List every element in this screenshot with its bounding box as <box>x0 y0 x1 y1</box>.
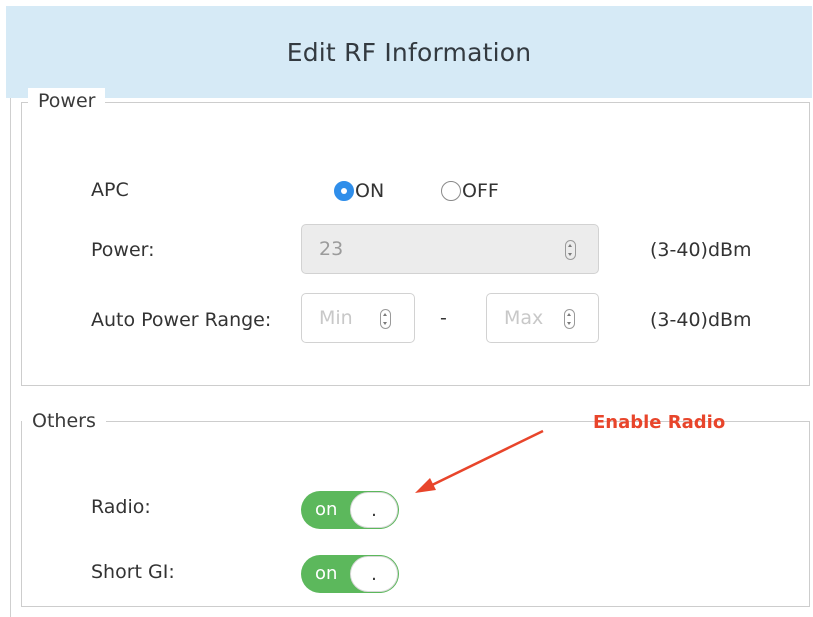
others-section-legend: Others <box>22 407 106 435</box>
dialog-left-border <box>10 98 11 617</box>
radio-toggle[interactable]: on . <box>301 491 399 529</box>
radio-toggle-knob[interactable]: . <box>350 492 398 528</box>
power-unit: (3-40)dBm <box>650 239 752 261</box>
short-gi-toggle-state: on <box>315 563 338 584</box>
dialog-title: Edit RF Information <box>286 37 532 67</box>
radio-label: Radio: <box>91 496 151 518</box>
power-section-legend: Power <box>28 88 106 114</box>
auto-power-max-input[interactable]: Max <box>486 293 599 343</box>
radio-checked-icon <box>334 181 354 201</box>
auto-power-min-input[interactable]: Min <box>301 293 415 343</box>
apc-label: APC <box>91 179 129 201</box>
annotation-label: Enable Radio <box>593 412 726 433</box>
power-value: 23 <box>319 238 344 260</box>
short-gi-toggle-knob[interactable]: . <box>350 556 398 592</box>
min-placeholder: Min <box>319 307 353 329</box>
apc-on-label: ON <box>355 180 385 202</box>
dialog-header: Edit RF Information <box>6 6 812 98</box>
spinner-icon[interactable] <box>565 240 576 260</box>
auto-power-range-unit: (3-40)dBm <box>650 309 752 331</box>
spinner-icon[interactable] <box>380 309 391 329</box>
apc-on-radio[interactable]: ON <box>334 180 384 202</box>
apc-off-radio[interactable]: OFF <box>441 180 499 202</box>
power-input[interactable]: 23 <box>301 224 599 274</box>
auto-power-range-label: Auto Power Range: <box>91 309 272 331</box>
radio-unchecked-icon <box>441 181 461 201</box>
power-label: Power: <box>91 239 155 261</box>
edit-rf-dialog: Edit RF Information Power APC ON OFF Pow… <box>0 0 813 617</box>
short-gi-label: Short GI: <box>91 561 175 583</box>
radio-toggle-state: on <box>315 499 338 520</box>
range-separator: - <box>440 307 447 329</box>
spinner-icon[interactable] <box>564 309 575 329</box>
max-placeholder: Max <box>504 307 544 329</box>
short-gi-toggle[interactable]: on . <box>301 555 399 593</box>
apc-off-label: OFF <box>462 180 499 202</box>
